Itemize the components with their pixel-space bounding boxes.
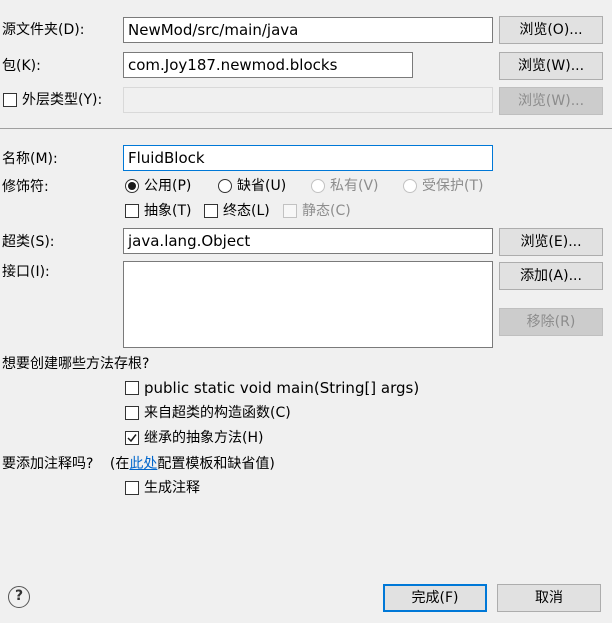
protected-label: 受保护(T) (422, 178, 484, 194)
interfaces-label: 接口(I): (2, 264, 50, 280)
name-input[interactable]: FluidBlock (123, 145, 493, 171)
public-radio-selected (128, 182, 136, 190)
package-label: 包(K): (2, 58, 41, 74)
default-label: 缺省(U) (237, 178, 287, 194)
constructors-checkbox[interactable] (125, 406, 139, 420)
final-checkbox[interactable] (204, 204, 218, 218)
cancel-button[interactable]: 取消 (497, 584, 601, 612)
interfaces-list[interactable] (123, 261, 493, 348)
superclass-browse-button[interactable]: 浏览(E)... (499, 228, 603, 256)
enclosing-type-input[interactable] (123, 87, 493, 113)
comments-hint-suffix: 配置模板和缺省值) (157, 456, 275, 472)
package-browse-button[interactable]: 浏览(W)... (499, 52, 603, 80)
abstract-checkbox[interactable] (125, 204, 139, 218)
superclass-label: 超类(S): (2, 234, 55, 250)
add-interface-button[interactable]: 添加(A)... (499, 262, 603, 290)
constructors-label: 来自超类的构造函数(C) (144, 405, 291, 421)
superclass-input[interactable]: java.lang.Object (123, 228, 493, 254)
generate-comments-checkbox[interactable] (125, 481, 139, 495)
inherited-methods-checkbox[interactable] (125, 431, 139, 445)
stubs-question: 想要创建哪些方法存根? (2, 356, 150, 372)
source-folder-input[interactable]: NewMod/src/main/java (123, 17, 493, 43)
enclosing-type-label: 外层类型(Y): (22, 92, 103, 108)
inherited-methods-label: 继承的抽象方法(H) (144, 430, 264, 446)
protected-radio[interactable] (403, 179, 417, 193)
static-checkbox[interactable] (283, 204, 297, 218)
source-folder-label: 源文件夹(D): (2, 22, 85, 38)
remove-interface-button[interactable]: 移除(R) (499, 308, 603, 336)
private-label: 私有(V) (330, 178, 379, 194)
comments-question-text: 要添加注释吗? (2, 456, 94, 472)
main-method-checkbox[interactable] (125, 381, 139, 395)
enclosing-type-checkbox[interactable] (3, 93, 17, 107)
private-radio[interactable] (311, 179, 325, 193)
package-input[interactable]: com.Joy187.newmod.blocks (123, 52, 413, 78)
configure-templates-link[interactable]: 此处 (129, 456, 157, 472)
comments-hint-prefix: (在 (109, 456, 130, 472)
help-icon[interactable]: ? (8, 586, 30, 608)
separator (0, 128, 612, 129)
checkmark-icon (127, 434, 137, 443)
main-method-label: public static void main(String[] args) (144, 379, 420, 397)
finish-button[interactable]: 完成(F) (383, 584, 487, 612)
source-folder-browse-button[interactable]: 浏览(O)... (499, 16, 603, 44)
enclosing-type-browse-button[interactable]: 浏览(W)... (499, 87, 603, 115)
public-label: 公用(P) (144, 178, 192, 194)
comments-question: 要添加注释吗? (在此处配置模板和缺省值) (2, 455, 275, 473)
public-radio[interactable] (125, 179, 139, 193)
name-label: 名称(M): (2, 151, 58, 167)
static-label: 静态(C) (302, 203, 351, 219)
modifiers-label: 修饰符: (2, 179, 49, 195)
generate-comments-label: 生成注释 (144, 480, 200, 496)
default-radio[interactable] (218, 179, 232, 193)
final-label: 终态(L) (223, 203, 270, 219)
abstract-label: 抽象(T) (144, 203, 192, 219)
